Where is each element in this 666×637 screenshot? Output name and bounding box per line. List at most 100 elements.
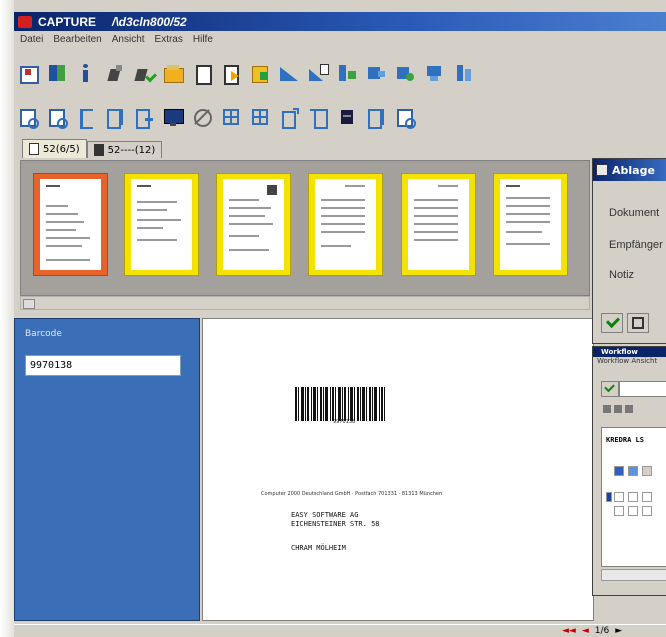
columns-icon[interactable] — [366, 107, 386, 129]
list-wide-icon[interactable] — [105, 107, 125, 129]
page-thumbnail-5[interactable] — [401, 173, 476, 276]
page-preview — [500, 179, 561, 270]
checkbox[interactable] — [628, 506, 638, 516]
secondary-toolbar — [18, 101, 416, 133]
field-label-notiz: Notiz — [609, 269, 635, 281]
page-indicator: 1/6 — [594, 626, 610, 636]
split-icon[interactable] — [337, 63, 357, 83]
checkbox[interactable] — [614, 506, 624, 516]
document-viewer[interactable]: 9970138 Computer 2000 Deutschland GmbH ·… — [202, 318, 594, 621]
page-preview — [40, 179, 101, 270]
menu-item-hilfe[interactable]: Hilfe — [193, 34, 213, 45]
document-icon — [29, 143, 39, 155]
check-icon — [605, 313, 621, 329]
barcode-input[interactable] — [25, 355, 181, 376]
page-thumbnail-3[interactable] — [216, 173, 291, 276]
thumbnail-strip — [20, 160, 590, 296]
capture-application: CAPTURE /\d3cln800/52 Datei Bearbeiten A… — [0, 0, 666, 637]
barcode-label: Barcode — [25, 329, 62, 339]
tab-label: 52----(12) — [107, 144, 156, 156]
triangle-icon[interactable] — [279, 63, 299, 83]
tab-stack-52-all[interactable]: 52----(12) — [86, 141, 163, 158]
tab-stack-52[interactable]: 52(6/5) — [22, 139, 87, 158]
menu-item-bearbeiten[interactable]: Bearbeiten — [53, 34, 101, 45]
text-page-icon[interactable] — [308, 107, 328, 129]
page-navigation: ◄◄ ◄ 1/6 ► — [562, 626, 622, 636]
checkbox[interactable] — [642, 506, 652, 516]
dialog-buttons — [601, 313, 649, 333]
workflow-input[interactable] — [619, 381, 666, 397]
grid-icon[interactable] — [221, 107, 241, 127]
page-preview — [223, 179, 284, 270]
checkbox[interactable] — [642, 492, 652, 502]
field-label-dokument: Dokument — [609, 207, 660, 219]
index-panel: Barcode — [14, 318, 200, 621]
monitor-icon[interactable] — [163, 107, 184, 127]
scan-icon[interactable] — [105, 63, 125, 83]
stack-icon — [93, 144, 104, 156]
workflow-toolbar — [603, 405, 663, 415]
search-doc-icon[interactable] — [395, 107, 416, 129]
menu-item-datei[interactable]: Datei — [20, 34, 43, 45]
import-icon[interactable] — [18, 63, 39, 84]
workflow-list-header: KREDRA LS — [606, 436, 644, 444]
dark-page-icon[interactable] — [337, 107, 357, 127]
page-thumbnail-1[interactable] — [33, 173, 108, 276]
menu-item-ansicht[interactable]: Ansicht — [112, 34, 145, 45]
left-edge — [0, 0, 14, 637]
menu-item-extras[interactable]: Extras — [155, 34, 183, 45]
workflow-list: KREDRA LS — [601, 427, 666, 567]
move-down-icon[interactable] — [424, 63, 444, 83]
barcode-number: 9970138 — [333, 419, 356, 425]
print-button[interactable] — [627, 313, 649, 333]
document-icon[interactable] — [192, 63, 212, 85]
page-preview — [131, 179, 192, 270]
window-path: /\d3cln800/52 — [112, 14, 187, 29]
workflow-title[interactable]: Workflow — [593, 347, 666, 357]
move-page-icon[interactable] — [453, 63, 473, 83]
book-icon[interactable] — [47, 63, 67, 83]
ablage-dialog: Ablage Dokument Empfänger Notiz — [592, 158, 666, 344]
scroll-left-icon[interactable] — [23, 299, 35, 309]
dialog-title-bar[interactable]: Ablage — [593, 159, 666, 181]
grid-add-icon[interactable] — [250, 107, 270, 127]
tool-icon[interactable] — [614, 405, 622, 413]
status-cell — [614, 466, 624, 476]
app-logo-icon — [18, 15, 32, 28]
page-export-icon[interactable] — [250, 63, 270, 83]
previous-page-icon[interactable]: ◄ — [582, 626, 589, 636]
triangle-page-icon[interactable] — [308, 63, 329, 83]
status-cell — [628, 466, 638, 476]
sender-line: Computer 2000 Deutschland GmbH · Postfac… — [261, 491, 443, 497]
info-icon[interactable] — [76, 63, 96, 83]
next-page-icon[interactable]: ► — [615, 626, 622, 636]
printer-icon — [632, 317, 644, 329]
zoom-in-icon[interactable] — [18, 107, 39, 129]
folder-icon[interactable] — [163, 63, 184, 83]
checkbox[interactable] — [614, 492, 624, 502]
tool-icon[interactable] — [603, 405, 611, 413]
zoom-out-icon[interactable] — [47, 107, 68, 129]
page-preview — [315, 179, 376, 270]
no-entry-icon[interactable] — [192, 107, 212, 127]
page-thumbnail-2[interactable] — [124, 173, 199, 276]
app-name: CAPTURE — [38, 14, 97, 29]
workflow-scrollbar[interactable] — [601, 569, 666, 581]
barcode-image — [295, 387, 386, 421]
tool-icon[interactable] — [625, 405, 633, 413]
checkbox[interactable] — [628, 492, 638, 502]
page-up-icon[interactable] — [279, 107, 299, 129]
workflow-menu[interactable]: Workflow Ansicht — [593, 357, 666, 367]
confirm-button[interactable] — [601, 313, 623, 333]
merge-icon[interactable] — [366, 63, 386, 83]
rotate-icon[interactable] — [395, 63, 415, 83]
page-thumbnail-6[interactable] — [493, 173, 568, 276]
arrow-doc-icon[interactable] — [134, 107, 154, 129]
workflow-check-button[interactable] — [601, 381, 619, 397]
export-icon[interactable] — [221, 63, 241, 85]
page-thumbnail-4[interactable] — [308, 173, 383, 276]
first-page-icon[interactable]: ◄◄ — [562, 626, 576, 636]
list-icon[interactable] — [76, 107, 96, 129]
scan-check-icon[interactable] — [134, 63, 158, 83]
thumbnail-scrollbar[interactable] — [20, 296, 590, 310]
